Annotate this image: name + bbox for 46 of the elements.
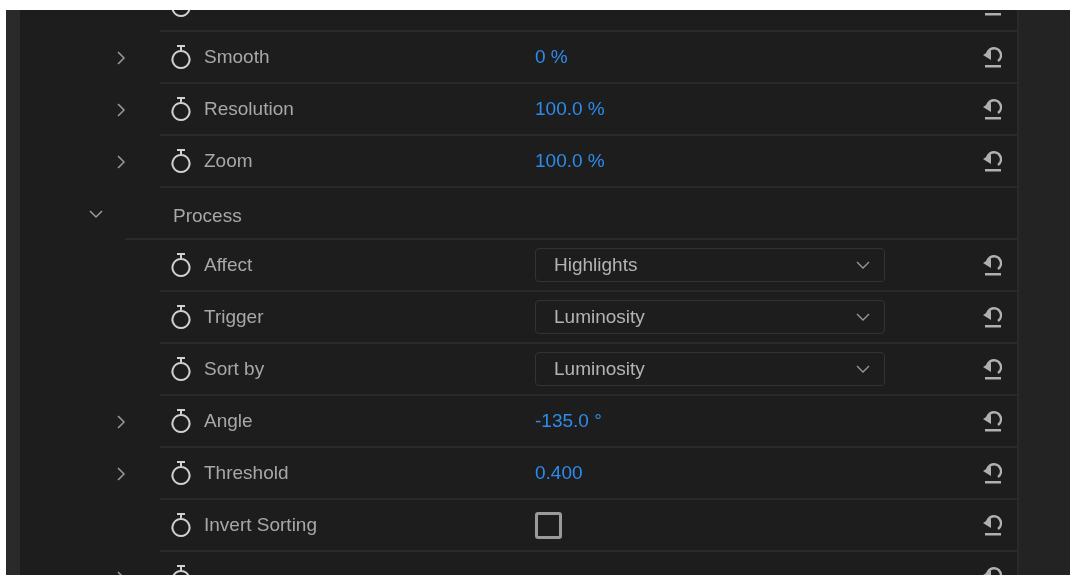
property-label: Smooth <box>204 46 271 68</box>
value-text[interactable]: 100.0 % <box>535 150 605 172</box>
value-text[interactable]: 0.400 <box>535 462 583 484</box>
chevron-icon[interactable] <box>117 155 126 169</box>
reset-button[interactable] <box>982 254 1002 276</box>
dropdown[interactable]: Luminosity <box>535 352 885 386</box>
chevron-icon[interactable] <box>117 467 126 481</box>
chevron-icon[interactable] <box>117 51 126 65</box>
stopwatch-icon[interactable] <box>170 44 192 70</box>
property-label: Resolution <box>204 98 295 120</box>
reset-button[interactable] <box>982 98 1002 120</box>
dropdown[interactable]: Highlights <box>535 248 885 282</box>
stopwatch-icon[interactable] <box>170 356 192 382</box>
chevron-icon[interactable] <box>89 209 103 219</box>
reset-button[interactable] <box>982 462 1002 484</box>
stopwatch-icon[interactable] <box>170 408 192 434</box>
property-label: Threshold <box>204 462 290 484</box>
checkbox[interactable] <box>535 511 562 539</box>
property-label: Angle <box>204 410 254 432</box>
stopwatch-icon[interactable] <box>170 304 192 330</box>
property-label: Zoom <box>204 150 254 172</box>
chevron-icon[interactable] <box>117 415 126 429</box>
stopwatch-icon[interactable] <box>170 96 192 122</box>
stopwatch-icon[interactable] <box>170 252 192 278</box>
reset-button[interactable] <box>982 306 1002 328</box>
caret-icon <box>856 261 870 269</box>
caret-icon <box>856 365 870 373</box>
reset-button[interactable] <box>982 358 1002 380</box>
dropdown[interactable]: Luminosity <box>535 300 885 334</box>
property-label: Sort by <box>204 358 266 380</box>
property-label: Affect <box>204 254 254 276</box>
reset-button[interactable] <box>982 410 1002 432</box>
value-text[interactable]: 0 % <box>535 46 568 68</box>
chevron-icon[interactable] <box>117 103 126 117</box>
stopwatch-icon[interactable] <box>170 460 192 486</box>
value-text[interactable]: 100.0 % <box>535 98 605 120</box>
reset-button[interactable] <box>982 514 1002 536</box>
reset-button[interactable] <box>982 46 1002 68</box>
value-text[interactable]: -135.0 ° <box>535 410 602 432</box>
group-label: Process <box>173 205 243 227</box>
reset-button[interactable] <box>982 150 1002 172</box>
property-label: Invert Sorting <box>204 514 318 536</box>
stopwatch-icon[interactable] <box>170 512 192 538</box>
stopwatch-icon[interactable] <box>170 148 192 174</box>
caret-icon <box>856 313 870 321</box>
property-label: Trigger <box>204 306 265 328</box>
